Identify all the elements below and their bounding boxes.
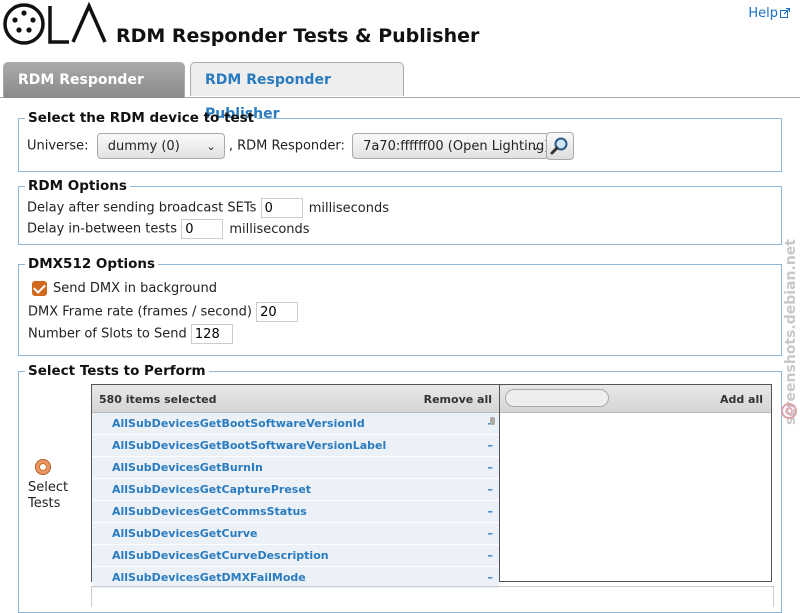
test-name: AllSubDevicesGetCommsStatus: [112, 505, 307, 518]
test-name: AllSubDevicesGetCapturePreset: [112, 483, 312, 496]
tab-responder-publisher[interactable]: RDM Responder Publisher: [190, 62, 404, 122]
select-tests-label-line1: Select: [28, 480, 69, 495]
tests-legend: Select Tests to Perform: [28, 363, 206, 379]
watermark-text: screenshots.debian.net: [783, 239, 799, 425]
between-row: Delay in-between tests milliseconds: [27, 219, 310, 239]
broadcast-unit: milliseconds: [308, 200, 389, 216]
slots-input[interactable]: [190, 324, 233, 344]
available-header: Add all: [500, 385, 771, 413]
list-item[interactable]: AllSubDevicesGetCurveDescription –: [92, 545, 499, 567]
test-name: AllSubDevicesGetBootSoftwareVersionLabel: [112, 439, 387, 452]
remove-item-button[interactable]: –: [488, 545, 494, 566]
tab-responder-tests[interactable]: RDM Responder Tests: [3, 62, 185, 122]
broadcast-label: Delay after sending broadcast SETs: [27, 200, 257, 216]
list-item[interactable]: AllSubDevicesGetCapturePreset –: [92, 479, 499, 501]
frame-rate-input[interactable]: [256, 302, 299, 322]
selected-tests-pane: 580 items selected Remove all AllSubDevi…: [92, 385, 500, 589]
test-name: AllSubDevicesGetCurve: [112, 527, 258, 540]
test-name: AllSubDevicesGetBurnIn: [112, 461, 263, 474]
select-tests-label: Select Tests: [28, 480, 68, 512]
broadcast-row: Delay after sending broadcast SETs milli…: [27, 198, 389, 218]
remove-item-button[interactable]: –: [488, 479, 494, 500]
send-dmx-label: Send DMX in background: [53, 281, 218, 296]
slots-row: Number of Slots to Send: [28, 324, 233, 344]
header: RDM Responder Tests & Publisher Help: [0, 0, 800, 60]
selected-list: AllSubDevicesGetBootSoftwareVersionId– A…: [92, 413, 499, 589]
universe-label: Universe:: [27, 138, 89, 154]
test-multiselect: 580 items selected Remove all AllSubDevi…: [91, 384, 772, 589]
list-item[interactable]: AllSubDevicesGetCommsStatus –: [92, 501, 499, 523]
remove-item-button[interactable]: –: [488, 523, 494, 544]
add-all-button[interactable]: Add all: [720, 393, 763, 406]
chevron-down-icon: ⌄: [206, 140, 216, 153]
responder-select[interactable]: 7a70:ffffff00 (Open Lighting) ⌄: [352, 133, 549, 159]
remove-all-button[interactable]: Remove all: [424, 393, 492, 406]
remove-item-button[interactable]: –: [488, 567, 494, 588]
between-delay-input[interactable]: [181, 219, 224, 239]
available-tests-pane: Add all: [500, 385, 771, 581]
responder-value: 7a70:ffffff00 (Open Lighting): [363, 139, 550, 154]
rdm-options-legend: RDM Options: [28, 178, 127, 194]
between-label: Delay in-between tests: [27, 221, 178, 237]
remove-item-button[interactable]: –: [488, 435, 494, 456]
select-tests-radio[interactable]: [35, 459, 51, 475]
broadcast-delay-input[interactable]: [260, 198, 303, 218]
between-unit: milliseconds: [229, 221, 310, 237]
chevron-down-icon: ⌄: [530, 140, 541, 153]
selected-count: 580 items selected: [99, 393, 217, 406]
dmx-options-legend: DMX512 Options: [28, 256, 156, 272]
list-item[interactable]: AllSubDevicesGetBootSoftwareVersionLabel…: [92, 435, 499, 457]
test-name: AllSubDevicesGetDMXFailMode: [112, 571, 306, 584]
scrollbar-thumb[interactable]: [490, 417, 495, 425]
tab-bar: RDM Responder Tests RDM Responder Publis…: [0, 60, 800, 122]
remove-item-button[interactable]: –: [488, 457, 494, 478]
send-dmx-checkbox[interactable]: [32, 281, 47, 296]
app-title: RDM Responder Tests & Publisher: [116, 25, 480, 47]
test-name: AllSubDevicesGetBootSoftwareVersionId: [112, 417, 365, 430]
list-item[interactable]: AllSubDevicesGetBootSoftwareVersionId–: [92, 413, 499, 435]
filter-search-input[interactable]: [505, 389, 609, 407]
universe-value: dummy (0): [107, 139, 180, 154]
send-dmx-row: Send DMX in background: [32, 281, 217, 296]
list-item[interactable]: AllSubDevicesGetBurnIn –: [92, 457, 499, 479]
watermark: screenshots.debian.net: [783, 239, 799, 425]
slots-label: Number of Slots to Send: [28, 326, 187, 342]
debian-swirl-icon: [781, 403, 797, 419]
device-row: Universe: dummy (0) ⌄ , RDM Responder: 7a…: [27, 133, 549, 159]
test-name: AllSubDevicesGetCurveDescription: [112, 549, 329, 562]
selected-header: 580 items selected Remove all: [92, 385, 499, 413]
device-legend: Select the RDM device to test: [28, 110, 255, 126]
responder-label: , RDM Responder:: [228, 138, 345, 154]
test-output-area: [91, 586, 774, 607]
frame-rate-row: DMX Frame rate (frames / second): [28, 302, 299, 322]
remove-item-button[interactable]: –: [488, 501, 494, 522]
list-item[interactable]: AllSubDevicesGetCurve –: [92, 523, 499, 545]
search-icon: [550, 137, 568, 155]
ola-logo: [3, 2, 107, 45]
external-link-icon: [780, 8, 790, 18]
frame-rate-label: DMX Frame rate (frames / second): [28, 304, 252, 320]
help-link[interactable]: Help: [748, 6, 790, 21]
select-tests-label-line2: Tests: [28, 496, 61, 511]
help-label: Help: [748, 6, 778, 21]
discover-button[interactable]: [546, 132, 574, 160]
universe-select[interactable]: dummy (0) ⌄: [96, 133, 225, 159]
